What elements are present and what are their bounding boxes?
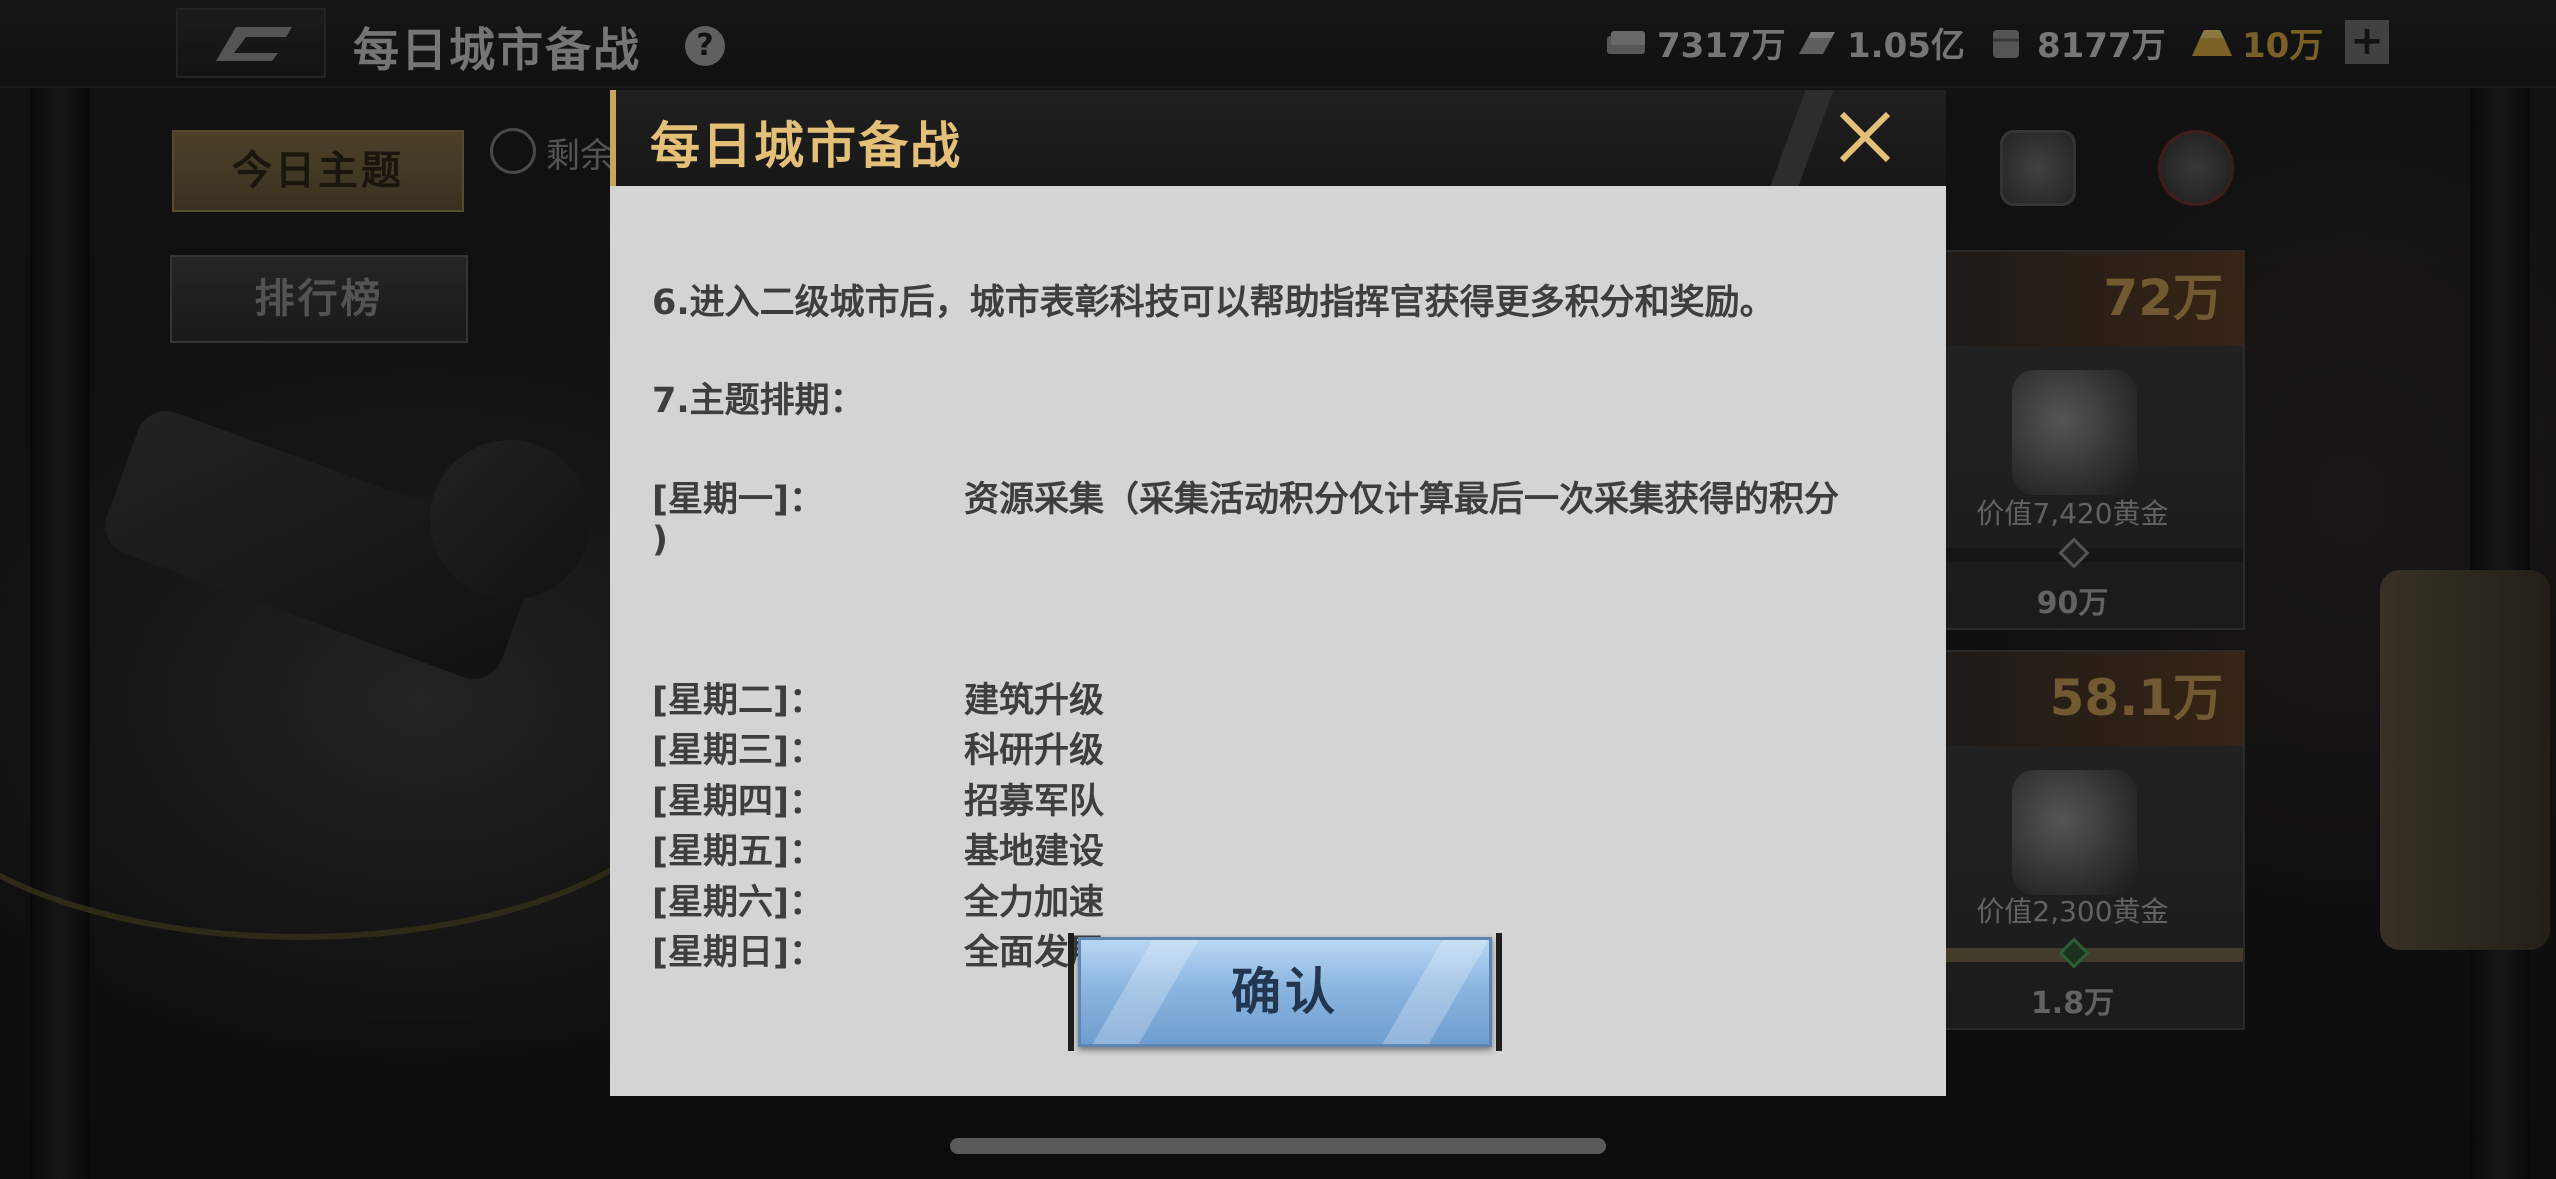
- rule-6-text: 6.进入二级城市后，城市表彰科技可以帮助指挥官获得更多积分和奖励。: [652, 283, 1775, 323]
- button-shine-decoration: [1373, 940, 1489, 1044]
- confirm-bracket-left: [1068, 933, 1074, 1051]
- schedule-task-thursday: 招募军队: [964, 782, 1105, 822]
- schedule-task-saturday: 全力加速: [964, 883, 1105, 923]
- modal-header: 每日城市备战: [610, 90, 1946, 186]
- schedule-task-wednesday: 科研升级: [964, 731, 1105, 771]
- schedule-task-monday: 资源采集（采集活动积分仅计算最后一次采集获得的积分: [964, 480, 1840, 520]
- schedule-task-tuesday: 建筑升级: [964, 681, 1105, 721]
- confirm-button[interactable]: 确认: [1078, 937, 1492, 1047]
- schedule-day-saturday: [星期六]：: [652, 883, 824, 923]
- confirm-button-frame: 确认: [1068, 933, 1502, 1051]
- schedule-day-monday: [星期一]：: [652, 480, 824, 520]
- close-button[interactable]: [1832, 104, 1898, 170]
- modal-title: 每日城市备战: [650, 117, 962, 175]
- schedule-task-friday: 基地建设: [964, 832, 1105, 872]
- schedule-day-sunday: [星期日]：: [652, 933, 824, 973]
- close-x-icon: [1839, 111, 1891, 163]
- schedule-day-friday: [星期五]：: [652, 832, 824, 872]
- schedule-day-wednesday: [星期三]：: [652, 731, 824, 771]
- button-shine-decoration: [1083, 940, 1199, 1044]
- schedule-day-thursday: [星期四]：: [652, 782, 824, 822]
- rules-modal: 每日城市备战 6.进入二级城市后，城市表彰科技可以帮助指挥官获得更多积分和奖励。…: [610, 90, 1946, 1096]
- rule-7-text: 7.主题排期：: [652, 381, 865, 421]
- home-indicator[interactable]: [950, 1138, 1606, 1154]
- header-stripe-decoration: [1770, 90, 1834, 186]
- confirm-bracket-right: [1496, 933, 1502, 1051]
- confirm-button-label: 确认: [1231, 963, 1339, 1021]
- schedule-day-tuesday: [星期二]：: [652, 681, 824, 721]
- schedule-task-monday-cont: ): [652, 520, 668, 560]
